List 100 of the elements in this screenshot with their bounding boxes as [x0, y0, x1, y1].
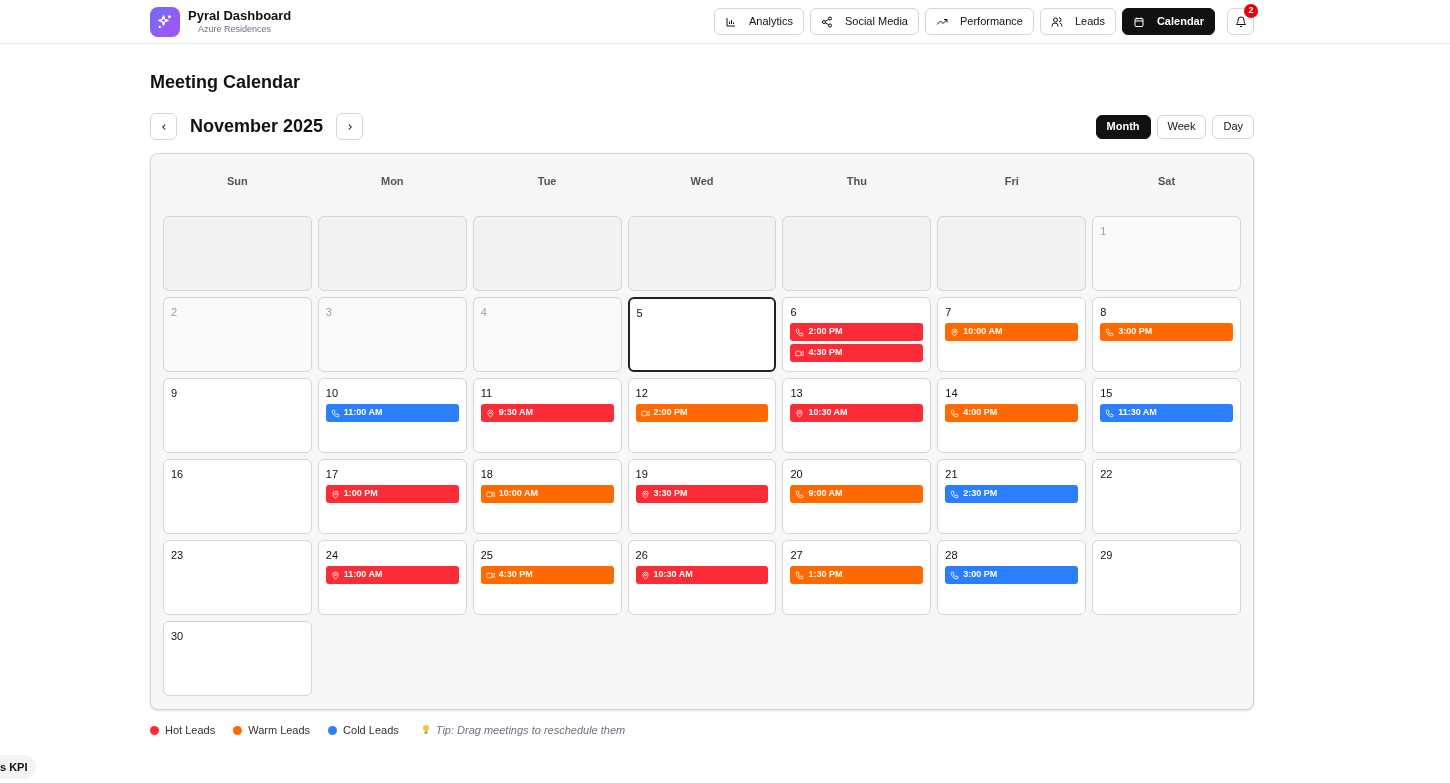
video-icon [485, 489, 495, 499]
day-number: 2 [171, 305, 179, 319]
day-cell[interactable]: 24 11:00 AM [317, 540, 467, 615]
view-tab[interactable]: Day [1212, 114, 1254, 139]
phone-icon [950, 570, 960, 580]
day-number: 17 [325, 467, 340, 481]
meeting-chip[interactable]: 11:00 AM [325, 404, 459, 422]
phone-icon [795, 570, 805, 580]
legend-label: Cold Leads [343, 723, 399, 738]
kpi-pill[interactable]: s KPI [0, 754, 36, 779]
day-cell[interactable]: 12 2:00 PM [627, 378, 777, 453]
meeting-chip[interactable]: 3:00 PM [945, 566, 1079, 584]
nav-tab[interactable]: Social Media [809, 8, 919, 35]
app-title: Pyral Dashboard [188, 7, 292, 24]
day-cell[interactable]: 6 2:00 PM 4:30 PM [782, 297, 932, 372]
legend-label: Warm Leads [248, 723, 311, 738]
weekday-label: Fri [1004, 174, 1019, 189]
meeting-chip[interactable]: 1:00 PM [325, 485, 459, 503]
day-cell[interactable]: 20 9:00 AM [782, 459, 932, 534]
day-cell[interactable]: 5 [627, 297, 777, 372]
day-cell[interactable]: 16 [163, 459, 312, 534]
day-number: 29 [1100, 548, 1114, 562]
meeting-chip[interactable]: 4:30 PM [790, 344, 924, 362]
day-number: 15 [1100, 386, 1114, 400]
meeting-time: 4:00 PM [963, 406, 998, 420]
map-pin-icon [950, 327, 960, 337]
bell-icon [1234, 15, 1247, 28]
users-icon [1050, 15, 1063, 28]
day-cell[interactable]: 14 4:00 PM [937, 378, 1087, 453]
meeting-time: 2:30 PM [963, 487, 998, 501]
day-cell[interactable]: 19 3:30 PM [627, 459, 777, 534]
phone-icon [950, 408, 960, 418]
meeting-time: 2:00 PM [808, 325, 843, 339]
day-cell[interactable]: 22 [1092, 459, 1241, 534]
day-cell[interactable]: 26 10:30 AM [627, 540, 777, 615]
day-number: 10 [325, 386, 340, 400]
day-number: 8 [1100, 305, 1108, 319]
day-number: 9 [171, 386, 179, 400]
video-icon [795, 348, 805, 358]
day-cell[interactable]: 11 9:30 AM [472, 378, 622, 453]
meeting-time: 3:00 PM [1118, 325, 1153, 339]
meeting-chip[interactable]: 11:00 AM [325, 566, 459, 584]
phone-icon [1105, 408, 1115, 418]
nav-tab[interactable]: Leads [1039, 8, 1116, 35]
map-pin-icon [330, 489, 340, 499]
meeting-chip[interactable]: 11:30 AM [1100, 404, 1233, 422]
day-number: 11 [480, 386, 494, 400]
meeting-time: 2:00 PM [653, 406, 688, 420]
tip-text: Tip: Drag meetings to reschedule them [435, 723, 626, 738]
meeting-time: 4:30 PM [498, 568, 533, 582]
day-cell[interactable]: 30 [163, 621, 312, 696]
day-cell[interactable]: 25 4:30 PM [472, 540, 622, 615]
day-cell[interactable]: 17 1:00 PM [317, 459, 467, 534]
meeting-time: 10:30 AM [808, 406, 848, 420]
day-number: 21 [945, 467, 959, 481]
meeting-time: 3:00 PM [963, 568, 998, 582]
nav-tab[interactable]: Calendar [1121, 8, 1215, 35]
day-cell[interactable]: 7 10:00 AM [937, 297, 1087, 372]
phone-icon [330, 408, 340, 418]
day-number: 27 [790, 548, 804, 562]
meeting-chip[interactable]: 9:30 AM [480, 404, 614, 422]
meeting-chip[interactable]: 3:30 PM [635, 485, 769, 503]
meeting-time: 3:30 PM [653, 487, 688, 501]
next-month-button[interactable] [336, 113, 364, 140]
day-cell[interactable]: 13 10:30 AM [782, 378, 932, 453]
meeting-time: 9:30 AM [498, 406, 533, 420]
meeting-chip[interactable]: 10:30 AM [790, 404, 924, 422]
meeting-chip[interactable]: 10:30 AM [635, 566, 769, 584]
day-cell[interactable]: 15 11:30 AM [1092, 378, 1241, 453]
phone-icon [795, 327, 805, 337]
previous-month-button[interactable] [150, 113, 177, 140]
day-cell[interactable]: 23 [163, 540, 312, 615]
day-cell[interactable]: 10 11:00 AM [317, 378, 467, 453]
day-number: 18 [480, 467, 494, 481]
phone-icon [950, 489, 960, 499]
meeting-chip[interactable]: 2:30 PM [945, 485, 1079, 503]
phone-icon [795, 489, 805, 499]
meeting-chip[interactable]: 2:00 PM [790, 323, 924, 341]
map-pin-icon [485, 408, 495, 418]
day-cell[interactable]: 9 [163, 378, 312, 453]
month-label: November 2025 [190, 115, 324, 138]
view-tab[interactable]: Week [1156, 114, 1207, 139]
view-tab[interactable]: Month [1095, 114, 1151, 139]
day-number: 22 [1100, 467, 1114, 481]
meeting-time: 11:30 AM [1118, 406, 1157, 420]
nav-tab[interactable]: Analytics [713, 8, 804, 35]
day-cell[interactable]: 18 10:00 AM [472, 459, 622, 534]
map-pin-icon [330, 570, 340, 580]
weekday-label: Wed [690, 174, 714, 189]
day-number: 30 [171, 629, 185, 643]
day-cell[interactable]: 8 3:00 PM [1092, 297, 1241, 372]
video-icon [485, 570, 495, 580]
day-cell[interactable]: 29 [1092, 540, 1241, 615]
day-number: 24 [325, 548, 340, 562]
day-cell[interactable]: 28 3:00 PM [937, 540, 1087, 615]
day-number: 3 [325, 305, 333, 319]
weekday-label: Sat [1158, 174, 1176, 189]
day-cell[interactable]: 21 2:30 PM [937, 459, 1087, 534]
nav-tab[interactable]: Performance [924, 8, 1034, 35]
day-cell[interactable]: 27 1:30 PM [782, 540, 932, 615]
